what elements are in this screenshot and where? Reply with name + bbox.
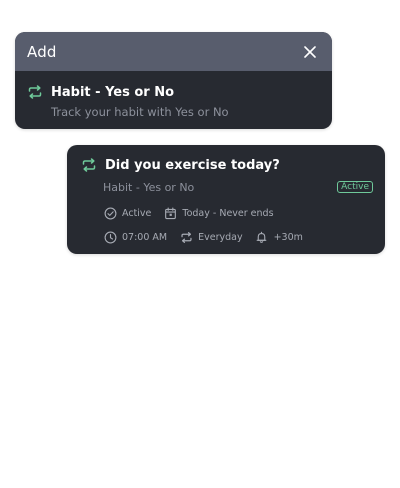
habit-yes-no-option[interactable]: Habit - Yes or No Track your habit with … — [15, 71, 332, 119]
close-icon — [304, 45, 316, 58]
habit-card[interactable]: Did you exercise today? Habit - Yes or N… — [67, 145, 385, 254]
calendar-icon — [163, 206, 177, 220]
habit-card-title-row: Did you exercise today? — [81, 156, 373, 174]
add-dialog-header: Add — [15, 32, 332, 71]
option-title-row: Habit - Yes or No — [27, 83, 332, 101]
habit-type-row: Habit - Yes or No Active — [81, 180, 373, 194]
close-button[interactable] — [302, 44, 318, 60]
page: Add Habit - Yes or No Track your habit w… — [0, 0, 400, 488]
status-badge: Active — [337, 181, 373, 193]
habit-type-label: Habit - Yes or No — [103, 180, 195, 194]
status-meta: Active — [103, 206, 151, 220]
add-dialog: Add Habit - Yes or No Track your habit w… — [15, 32, 332, 129]
repeat-icon — [81, 157, 97, 173]
frequency-text: Everyday — [198, 231, 243, 243]
status-text: Active — [122, 207, 152, 219]
option-description: Track your habit with Yes or No — [51, 105, 229, 119]
habit-title: Did you exercise today? — [105, 157, 280, 173]
add-dialog-title: Add — [27, 42, 57, 61]
reminder-text: +30m — [273, 231, 303, 243]
repeat-icon — [179, 230, 193, 244]
habit-meta-row-2: 07:00 AM Everyday +30m — [81, 229, 373, 245]
time-text: 07:00 AM — [122, 231, 168, 243]
time-meta: 07:00 AM — [103, 230, 167, 244]
schedule-meta: Today - Never ends — [163, 206, 274, 220]
clock-icon — [103, 230, 117, 244]
repeat-icon — [27, 84, 43, 100]
check-circle-icon — [103, 206, 117, 220]
frequency-meta: Everyday — [179, 230, 243, 244]
schedule-text: Today - Never ends — [182, 207, 274, 219]
habit-meta-row-1: Active Today - Never ends — [81, 205, 373, 221]
option-title: Habit - Yes or No — [51, 84, 175, 100]
reminder-meta: +30m — [255, 230, 303, 244]
bell-icon — [255, 230, 269, 244]
